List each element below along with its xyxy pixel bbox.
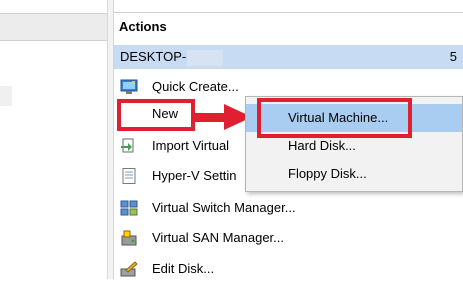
action-label: Virtual SAN Manager...: [152, 230, 284, 245]
action-label: Import Virtual: [152, 138, 230, 153]
virtual-machine-highlight-annotation: [257, 98, 412, 138]
action-label: Hyper-V Settin: [152, 168, 237, 183]
host-header-collapse-label[interactable]: 5: [450, 45, 457, 69]
action-virtual-switch-manager[interactable]: Virtual Switch Manager...: [114, 196, 463, 220]
quick-create-icon: [120, 79, 138, 94]
host-header[interactable]: DESKTOP- 5: [114, 45, 463, 69]
action-virtual-san-manager[interactable]: Virtual SAN Manager...: [114, 226, 463, 250]
menu-item-label: Floppy Disk...: [288, 166, 367, 181]
left-pane: [0, 0, 108, 279]
import-vm-icon: [121, 138, 134, 153]
action-label: Edit Disk...: [152, 261, 215, 276]
switch-manager-icon: [120, 200, 138, 216]
action-edit-disk[interactable]: Edit Disk...: [114, 257, 463, 281]
edit-disk-icon: [120, 261, 138, 277]
action-label: Virtual Switch Manager...: [152, 200, 296, 215]
san-manager-icon: [121, 230, 137, 246]
left-pane-selected-row[interactable]: [0, 86, 12, 106]
new-highlight-annotation: [117, 99, 195, 131]
host-name-redaction: [187, 49, 224, 66]
action-label: Quick Create...: [152, 79, 239, 94]
actions-title: Actions: [114, 12, 463, 40]
host-name: DESKTOP-: [120, 49, 187, 64]
settings-doc-icon: [122, 168, 136, 184]
left-pane-header: [0, 13, 107, 41]
menu-item-floppy-disk[interactable]: Floppy Disk...: [246, 160, 462, 188]
